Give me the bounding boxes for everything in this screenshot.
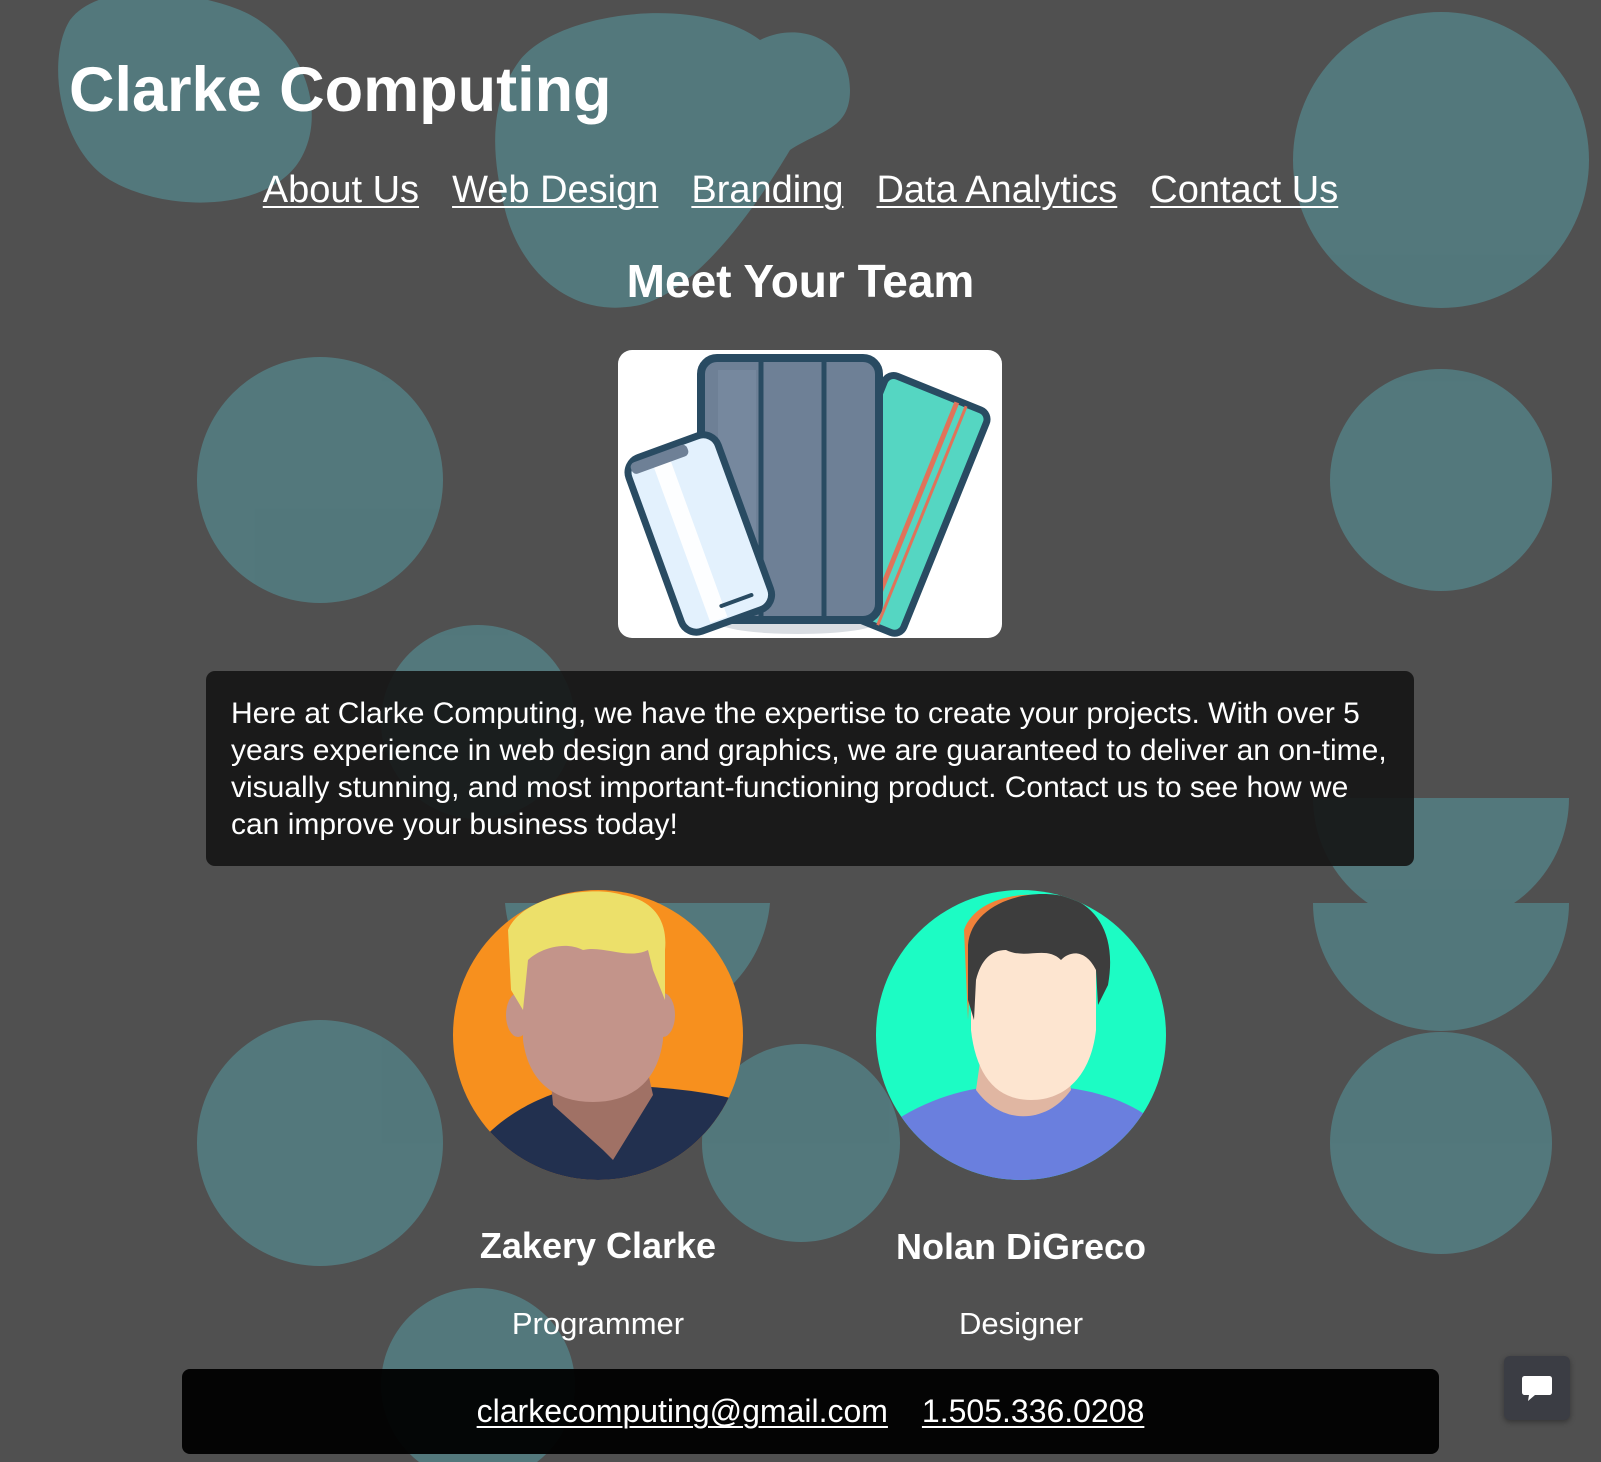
nav-link-contact-us[interactable]: Contact Us <box>1150 166 1338 214</box>
site-title: Clarke Computing <box>69 55 612 125</box>
devices-illustration-icon <box>624 354 991 637</box>
footer-phone-link[interactable]: 1.505.336.0208 <box>922 1393 1144 1430</box>
section-heading: Meet Your Team <box>626 255 975 307</box>
about-text: Here at Clarke Computing, we have the ex… <box>231 697 1387 841</box>
member-role: Designer <box>958 1306 1084 1341</box>
main-nav: About Us Web Design Branding Data Analyt… <box>0 166 1601 214</box>
nav-link-data-analytics[interactable]: Data Analytics <box>876 166 1117 214</box>
avatar <box>876 890 1166 1180</box>
team-member-card: Nolan DiGreco Designer <box>821 890 1221 1341</box>
chat-button[interactable] <box>1504 1356 1570 1420</box>
about-box: Here at Clarke Computing, we have the ex… <box>206 671 1414 866</box>
member-role: Programmer <box>511 1306 685 1341</box>
nav-link-about-us[interactable]: About Us <box>263 166 419 214</box>
person-avatar-icon <box>453 890 743 1180</box>
nav-link-branding[interactable]: Branding <box>691 166 843 214</box>
team-member-card: Zakery Clarke Programmer <box>398 890 798 1341</box>
footer-email-link[interactable]: clarkecomputing@gmail.com <box>477 1393 888 1430</box>
member-name: Nolan DiGreco <box>895 1226 1147 1267</box>
page-content: Clarke Computing About Us Web Design Bra… <box>0 0 1601 1462</box>
footer-contact-bar: clarkecomputing@gmail.com 1.505.336.0208 <box>182 1369 1439 1454</box>
nav-link-web-design[interactable]: Web Design <box>452 166 658 214</box>
hero-image <box>618 350 1002 638</box>
member-name: Zakery Clarke <box>479 1225 717 1266</box>
person-avatar-icon <box>876 890 1166 1180</box>
avatar <box>453 890 743 1180</box>
chat-bubble-icon <box>1522 1376 1552 1401</box>
